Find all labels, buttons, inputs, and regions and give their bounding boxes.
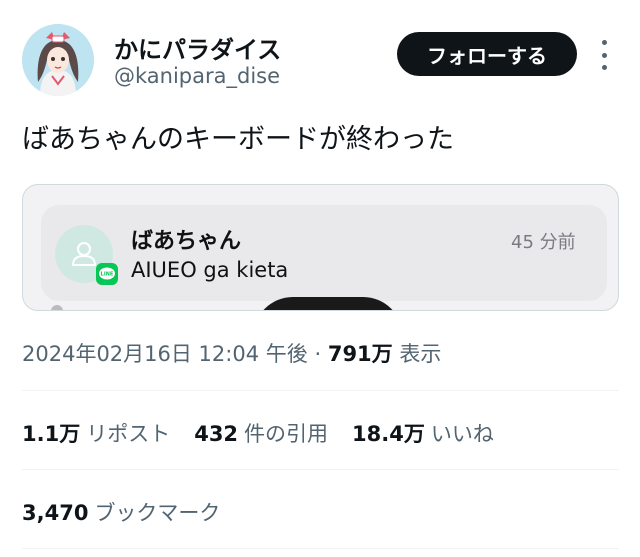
engagement-stats: 1.1万 リポスト 432 件の引用 18.4万 いいね [22, 418, 518, 448]
divider [22, 548, 619, 549]
line-bubble-icon: LINE [99, 267, 115, 280]
quotes-label: 件の引用 [244, 422, 329, 446]
author-handle[interactable]: @kanipara_dise [114, 64, 280, 88]
more-dot [601, 52, 607, 58]
bookmarks-stat[interactable]: 3,470 ブックマーク [22, 497, 220, 527]
more-options-icon[interactable] [592, 40, 616, 70]
author-display-name[interactable]: かにパラダイス [114, 30, 281, 65]
tweet-media[interactable]: LINE ばあちゃん 45 分前 AIUEO ga kieta [22, 184, 619, 311]
meta-separator: · [314, 342, 322, 366]
divider [22, 390, 619, 391]
reposts-stat[interactable]: 1.1万 リポスト [22, 418, 170, 448]
likes-label: いいね [430, 422, 494, 446]
follow-button[interactable]: フォローする [397, 32, 577, 76]
notification-time: 45 分前 [511, 232, 576, 253]
notification-message: AIUEO ga kieta [131, 258, 289, 282]
line-app-icon: LINE [96, 263, 118, 285]
views-count: 791万 [327, 342, 393, 366]
tweet-datetime[interactable]: 2024年02月16日 12:04 午後 [22, 342, 308, 366]
avatar[interactable] [22, 24, 94, 96]
divider [22, 469, 619, 470]
likes-count: 18.4万 [352, 422, 425, 446]
tweet-text: ばあちゃんのキーボードが終わった [22, 124, 454, 155]
svg-text:LINE: LINE [101, 272, 114, 278]
likes-stat[interactable]: 18.4万 いいね [352, 418, 494, 448]
more-dot [601, 65, 607, 70]
more-dot [601, 40, 607, 45]
reposts-count: 1.1万 [22, 422, 81, 446]
notification-sender: ばあちゃん [131, 229, 242, 254]
notification-card: LINE ばあちゃん 45 分前 AIUEO ga kieta [41, 205, 607, 301]
photo-corner-mark [51, 305, 63, 310]
tweet-header: かにパラダイス @kanipara_dise フォローする [0, 0, 640, 100]
bookmarks-label: ブックマーク [94, 501, 221, 525]
tweet-meta: 2024年02月16日 12:04 午後 · 791万 表示 [22, 338, 441, 368]
views-label: 表示 [399, 342, 442, 366]
quotes-stat[interactable]: 432 件の引用 [194, 418, 328, 448]
quotes-count: 432 [194, 422, 239, 446]
bookmarks-count: 3,470 [22, 501, 89, 525]
reposts-label: リポスト [86, 422, 171, 446]
avatar-illustration [22, 24, 94, 96]
